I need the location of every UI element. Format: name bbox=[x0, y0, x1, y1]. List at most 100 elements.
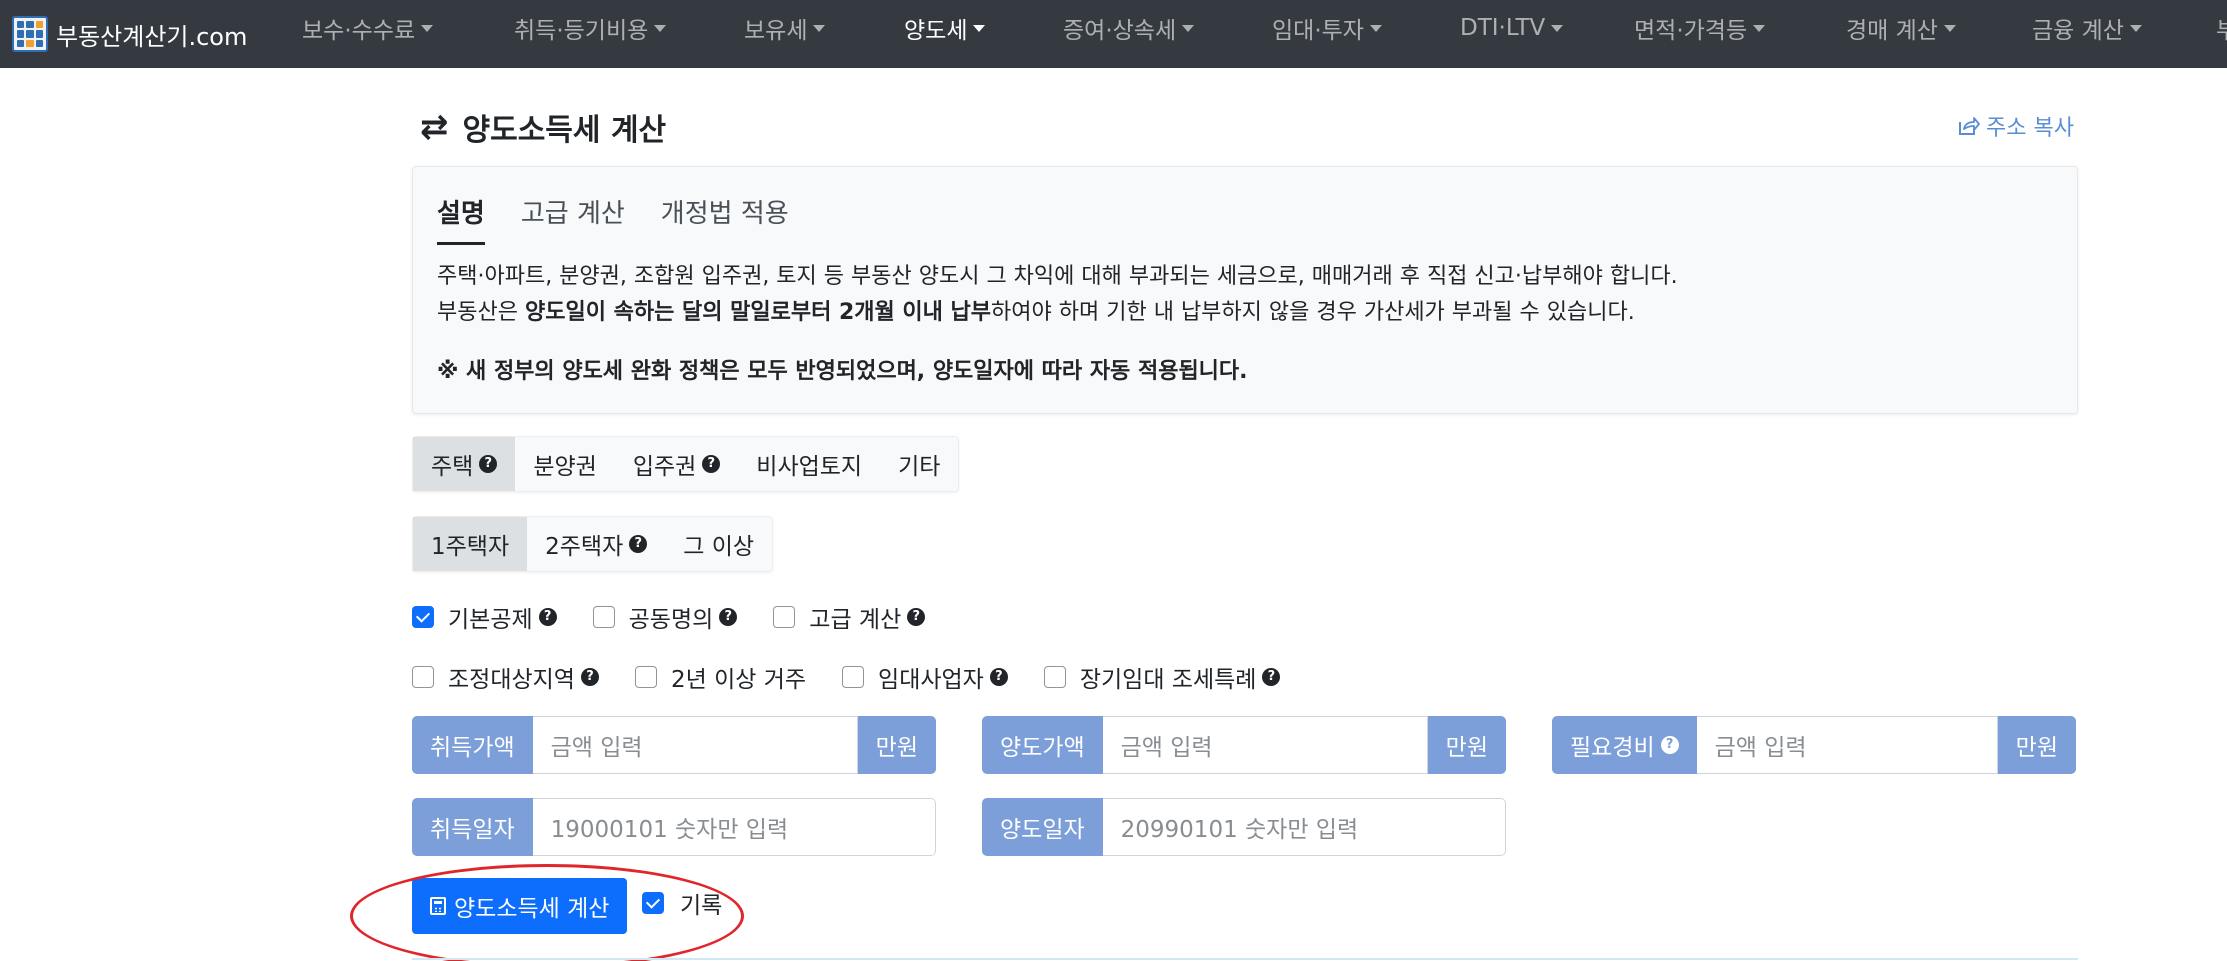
acquire-price-input[interactable]: 금액 입력 bbox=[532, 716, 858, 774]
nav-item-holding-tax[interactable]: 보유세 bbox=[744, 0, 826, 56]
nav-label: 보유세 bbox=[744, 18, 808, 44]
nav-label: 경매 계산 bbox=[1846, 18, 1938, 44]
caret-down-icon bbox=[1551, 24, 1564, 32]
help-icon[interactable]: ? bbox=[580, 668, 599, 686]
help-icon[interactable]: ? bbox=[1262, 668, 1281, 686]
property-type-nonbusiness-land[interactable]: 비사업토지 bbox=[738, 437, 880, 491]
expense-label: 필요경비? bbox=[1552, 716, 1697, 774]
house-count-more[interactable]: 그 이상 bbox=[665, 517, 772, 571]
tab-revised-law[interactable]: 개정법 적용 bbox=[661, 193, 789, 245]
nav-item-transfer-tax[interactable]: 양도세 bbox=[904, 0, 986, 56]
two-year-residence-checkbox[interactable]: 2년 이상 거주 bbox=[634, 660, 806, 694]
checkbox-unchecked[interactable] bbox=[412, 666, 434, 688]
unit-label: 만원 bbox=[1427, 716, 1506, 774]
description-line-1: 주택·아파트, 분양권, 조합원 입주권, 토지 등 부동산 양도시 그 차익에… bbox=[437, 264, 1678, 289]
help-icon[interactable]: ? bbox=[907, 608, 926, 626]
house-count-group: 1주택자 2주택자? 그 이상 bbox=[412, 516, 774, 572]
exchange-arrows-icon: ⇄ bbox=[420, 107, 449, 147]
help-icon[interactable]: ? bbox=[1660, 736, 1679, 754]
caret-down-icon bbox=[813, 24, 826, 32]
option-checks-row-2: 조정대상지역? 2년 이상 거주 임대사업자? 장기임대 조세특례? bbox=[412, 660, 1316, 694]
help-icon[interactable]: ? bbox=[629, 535, 648, 553]
nav-label: DTI·LTV bbox=[1460, 15, 1546, 41]
seg-label: 입주권 bbox=[632, 454, 697, 480]
property-type-occupancy[interactable]: 입주권? bbox=[615, 437, 738, 491]
nav-item-gift-inheritance[interactable]: 증여·상속세 bbox=[1063, 0, 1195, 56]
transfer-price-input[interactable]: 금액 입력 bbox=[1102, 716, 1428, 774]
checkbox-unchecked[interactable] bbox=[842, 666, 865, 688]
transfer-date-input[interactable]: 20990101 숫자만 입력 bbox=[1102, 798, 1506, 856]
nav-item-overflow[interactable]: 부 bbox=[2216, 0, 2227, 56]
joint-ownership-checkbox[interactable]: 공동명의? bbox=[592, 600, 738, 634]
checkbox-unchecked[interactable] bbox=[1043, 666, 1066, 688]
house-count-two[interactable]: 2주택자? bbox=[527, 517, 665, 571]
property-type-other[interactable]: 기타 bbox=[880, 437, 958, 491]
desc-bold-text: 양도일이 속하는 달의 말일로부터 2개월 이내 납부 bbox=[524, 300, 992, 325]
expense-input[interactable]: 금액 입력 bbox=[1696, 716, 1998, 774]
addon-text: 필요경비 bbox=[1570, 735, 1655, 761]
caret-down-icon bbox=[1753, 24, 1766, 32]
property-type-house[interactable]: 주택? bbox=[413, 437, 516, 491]
checkbox-checked[interactable] bbox=[642, 892, 664, 914]
tab-advanced[interactable]: 고급 계산 bbox=[521, 193, 625, 245]
result-divider bbox=[412, 958, 2078, 960]
nav-item-acquisition[interactable]: 취득·등기비용 bbox=[514, 0, 667, 56]
nav-label: 보수·수수료 bbox=[302, 18, 416, 44]
basic-deduction-checkbox[interactable]: 기본공제? bbox=[412, 600, 557, 634]
advanced-calc-checkbox[interactable]: 고급 계산? bbox=[773, 600, 926, 634]
share-link[interactable]: 주소 복사 bbox=[1956, 110, 2074, 142]
seg-label: 비사업토지 bbox=[756, 454, 863, 480]
caret-down-icon bbox=[2129, 24, 2142, 32]
acquire-date-input[interactable]: 19000101 숫자만 입력 bbox=[532, 798, 936, 856]
nav-item-fees[interactable]: 보수·수수료 bbox=[302, 0, 434, 56]
acquire-price-label: 취득가액 bbox=[412, 716, 533, 774]
description-line-2: 부동산은 양도일이 속하는 달의 말일로부터 2개월 이내 납부하여야 하며 기… bbox=[437, 295, 2057, 331]
property-type-presale[interactable]: 분양권 bbox=[515, 437, 614, 491]
record-checkbox[interactable]: 기록 bbox=[642, 886, 722, 920]
checkbox-unchecked[interactable] bbox=[634, 666, 657, 688]
brand-link[interactable]: 부동산계산기.com bbox=[12, 16, 302, 52]
checkbox-unchecked[interactable] bbox=[592, 606, 615, 628]
calculate-button[interactable]: 양도소득세 계산 bbox=[412, 878, 628, 934]
regulated-area-checkbox[interactable]: 조정대상지역? bbox=[412, 660, 599, 694]
transfer-date-label: 양도일자 bbox=[982, 798, 1103, 856]
rental-business-checkbox[interactable]: 임대사업자? bbox=[842, 660, 1008, 694]
help-icon[interactable]: ? bbox=[702, 455, 721, 473]
expense-group: 필요경비? 금액 입력 만원 bbox=[1552, 716, 2076, 774]
seg-label: 주택 bbox=[431, 454, 474, 480]
nav-item-area-price[interactable]: 면적·가격등 bbox=[1634, 0, 1766, 56]
nav-label: 임대·투자 bbox=[1272, 18, 1364, 44]
help-icon[interactable]: ? bbox=[989, 668, 1008, 686]
nav-label: 부 bbox=[2216, 18, 2227, 44]
checkbox-checked[interactable] bbox=[412, 606, 434, 628]
share-label: 주소 복사 bbox=[1986, 116, 2074, 141]
help-icon[interactable]: ? bbox=[479, 455, 498, 473]
long-term-rental-checkbox[interactable]: 장기임대 조세특례? bbox=[1043, 660, 1281, 694]
caret-down-icon bbox=[973, 24, 986, 32]
acquire-date-label: 취득일자 bbox=[412, 798, 533, 856]
nav-item-auction[interactable]: 경매 계산 bbox=[1846, 0, 1956, 56]
caret-down-icon bbox=[1369, 24, 1382, 32]
transfer-price-label: 양도가액 bbox=[982, 716, 1103, 774]
seg-label: 그 이상 bbox=[683, 534, 755, 560]
nav-item-rent-invest[interactable]: 임대·투자 bbox=[1272, 0, 1382, 56]
house-count-one[interactable]: 1주택자 bbox=[413, 517, 528, 571]
property-type-group: 주택? 분양권 입주권? 비사업토지 기타 bbox=[412, 436, 960, 492]
checkbox-unchecked[interactable] bbox=[773, 606, 796, 628]
check-label: 고급 계산 bbox=[809, 607, 902, 633]
info-card: 설명 고급 계산 개정법 적용 주택·아파트, 분양권, 조합원 입주권, 토지… bbox=[412, 166, 2078, 414]
info-tabs: 설명 고급 계산 개정법 적용 bbox=[437, 193, 825, 245]
help-icon[interactable]: ? bbox=[719, 608, 738, 626]
help-icon[interactable]: ? bbox=[538, 608, 557, 626]
check-label: 장기임대 조세특례 bbox=[1079, 667, 1257, 693]
tab-description[interactable]: 설명 bbox=[437, 193, 485, 245]
check-label: 기본공제 bbox=[448, 607, 533, 633]
nav-item-dti-ltv[interactable]: DTI·LTV bbox=[1460, 0, 1564, 56]
desc-text: 부동산은 bbox=[437, 300, 525, 325]
nav-item-finance[interactable]: 금융 계산 bbox=[2032, 0, 2142, 56]
record-label: 기록 bbox=[680, 893, 723, 919]
option-checks-row-1: 기본공제? 공동명의? 고급 계산? bbox=[412, 600, 961, 634]
check-label: 임대사업자 bbox=[878, 667, 984, 693]
nav-label: 면적·가격등 bbox=[1634, 18, 1748, 44]
caret-down-icon bbox=[1943, 24, 1956, 32]
